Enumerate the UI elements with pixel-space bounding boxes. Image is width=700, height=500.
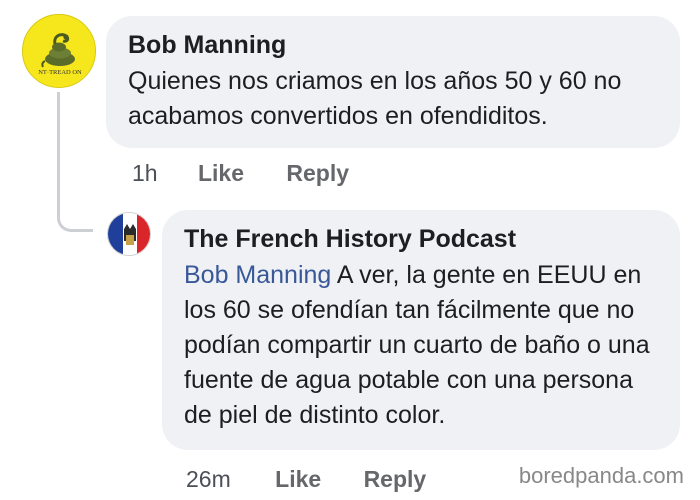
comment-actions: 1h Like Reply xyxy=(132,160,349,187)
comment-timestamp[interactable]: 1h xyxy=(132,160,158,187)
french-history-podcast-avatar[interactable] xyxy=(107,212,151,256)
comment-author-name[interactable]: Bob Manning xyxy=(128,30,658,60)
reply-reply-button[interactable]: Reply xyxy=(364,466,427,493)
reply-text-block: Bob Manning A ver, la gente en EEUU en l… xyxy=(184,258,658,433)
reply-actions: 26m Like Reply xyxy=(186,466,426,493)
reply-button[interactable]: Reply xyxy=(286,160,349,187)
reply-author-name[interactable]: The French History Podcast xyxy=(184,224,658,254)
gadsden-snake-icon: NT·TREAD ON xyxy=(23,15,95,87)
watermark: boredpanda.com xyxy=(518,463,684,488)
reply-like-button[interactable]: Like xyxy=(275,466,321,493)
comment-bubble: Bob Manning Quienes nos criamos en los a… xyxy=(106,16,680,148)
avatar-motto-text: NT·TREAD ON xyxy=(38,69,82,76)
comment-text: Quienes nos criamos en los años 50 y 60 … xyxy=(128,67,622,130)
gadsden-flag-avatar[interactable]: NT·TREAD ON xyxy=(22,14,96,88)
reply-bubble: The French History Podcast Bob Manning A… xyxy=(162,210,680,450)
mention-link[interactable]: Bob Manning xyxy=(184,261,331,289)
reply-timestamp[interactable]: 26m xyxy=(186,466,231,493)
french-flag-icon xyxy=(108,213,150,255)
thread-connector-line xyxy=(57,92,93,232)
comment-thread: NT·TREAD ON Bob Manning Quienes nos cria… xyxy=(0,0,700,500)
like-button[interactable]: Like xyxy=(198,160,244,187)
